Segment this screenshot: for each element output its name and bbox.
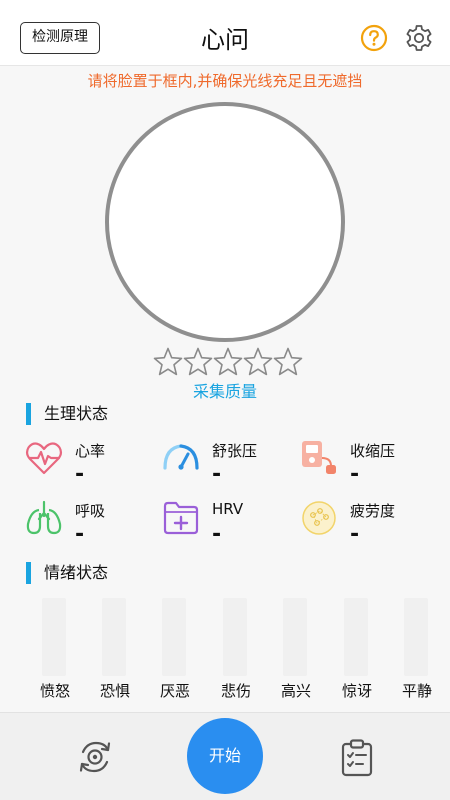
metric-value: - [350,462,360,487]
blood-pressure-monitor-icon [302,441,336,474]
star-icon [183,347,213,376]
emotion-bar [283,598,307,676]
emotion-label: 厌恶 [159,682,190,700]
emotion-item: 悲伤 [206,598,266,702]
metric-hrv: HRV - [161,498,301,548]
switch-camera-icon[interactable] [76,738,114,776]
top-bar: 检测原理 心问 [0,0,450,66]
question-circle-icon[interactable] [360,24,388,52]
metric-systolic: 收缩压 - [299,438,439,488]
emotion-item: 愤怒 [25,598,85,702]
metric-label: 呼吸 [75,502,106,520]
fatigue-icon [302,501,336,535]
emotion-item: 高兴 [266,598,326,702]
emotion-label: 悲伤 [220,682,251,700]
emotion-section-title: 情绪状态 [26,562,108,584]
emotion-item: 厌恶 [145,598,205,702]
metric-value: - [212,522,222,547]
start-button[interactable]: 开始 [187,718,263,794]
emotion-item: 平静 [387,598,447,702]
metric-value: - [75,522,85,547]
metric-heart-rate: 心率 - [24,438,164,488]
emotion-label: 恐惧 [99,682,130,700]
emotion-bar [223,598,247,676]
emotion-bar [404,598,428,676]
emotion-label: 愤怒 [39,682,70,700]
metric-value: - [212,462,222,487]
metric-fatigue: 疲劳度 - [299,498,439,548]
emotion-label: 惊讶 [341,682,372,700]
gear-icon[interactable] [404,23,434,53]
metric-value: - [350,522,360,547]
emotion-bar [102,598,126,676]
metric-label: 收缩压 [350,442,396,460]
metric-respiration: 呼吸 - [24,498,164,548]
quality-label: 采集质量 [192,382,257,401]
clipboard-check-icon[interactable] [339,738,375,778]
emotion-item: 惊讶 [327,598,387,702]
metric-value: - [75,462,85,487]
star-icon [273,347,303,376]
metric-label: 疲劳度 [350,502,396,520]
gauge-icon [163,444,199,470]
emotion-bar [344,598,368,676]
quality-stars [153,346,303,378]
emotion-bar [162,598,186,676]
emotion-item: 恐惧 [85,598,145,702]
face-position-hint: 请将脸置于框内,并确保光线充足且无遮挡 [87,72,363,90]
metric-label: 心率 [75,442,106,460]
metric-label: 舒张压 [212,442,258,460]
metric-label: HRV [212,500,244,518]
face-capture-frame [105,102,345,342]
emotion-label: 高兴 [280,682,311,700]
physiology-section-title: 生理状态 [26,403,108,425]
metric-diastolic: 舒张压 - [161,438,301,488]
star-icon [153,347,183,376]
folder-plus-icon [163,501,199,535]
emotion-bar [42,598,66,676]
star-icon [243,347,273,376]
emotion-label: 平静 [401,682,432,700]
lungs-icon [26,500,62,535]
heart-rate-icon [25,442,63,475]
star-icon [213,347,243,376]
